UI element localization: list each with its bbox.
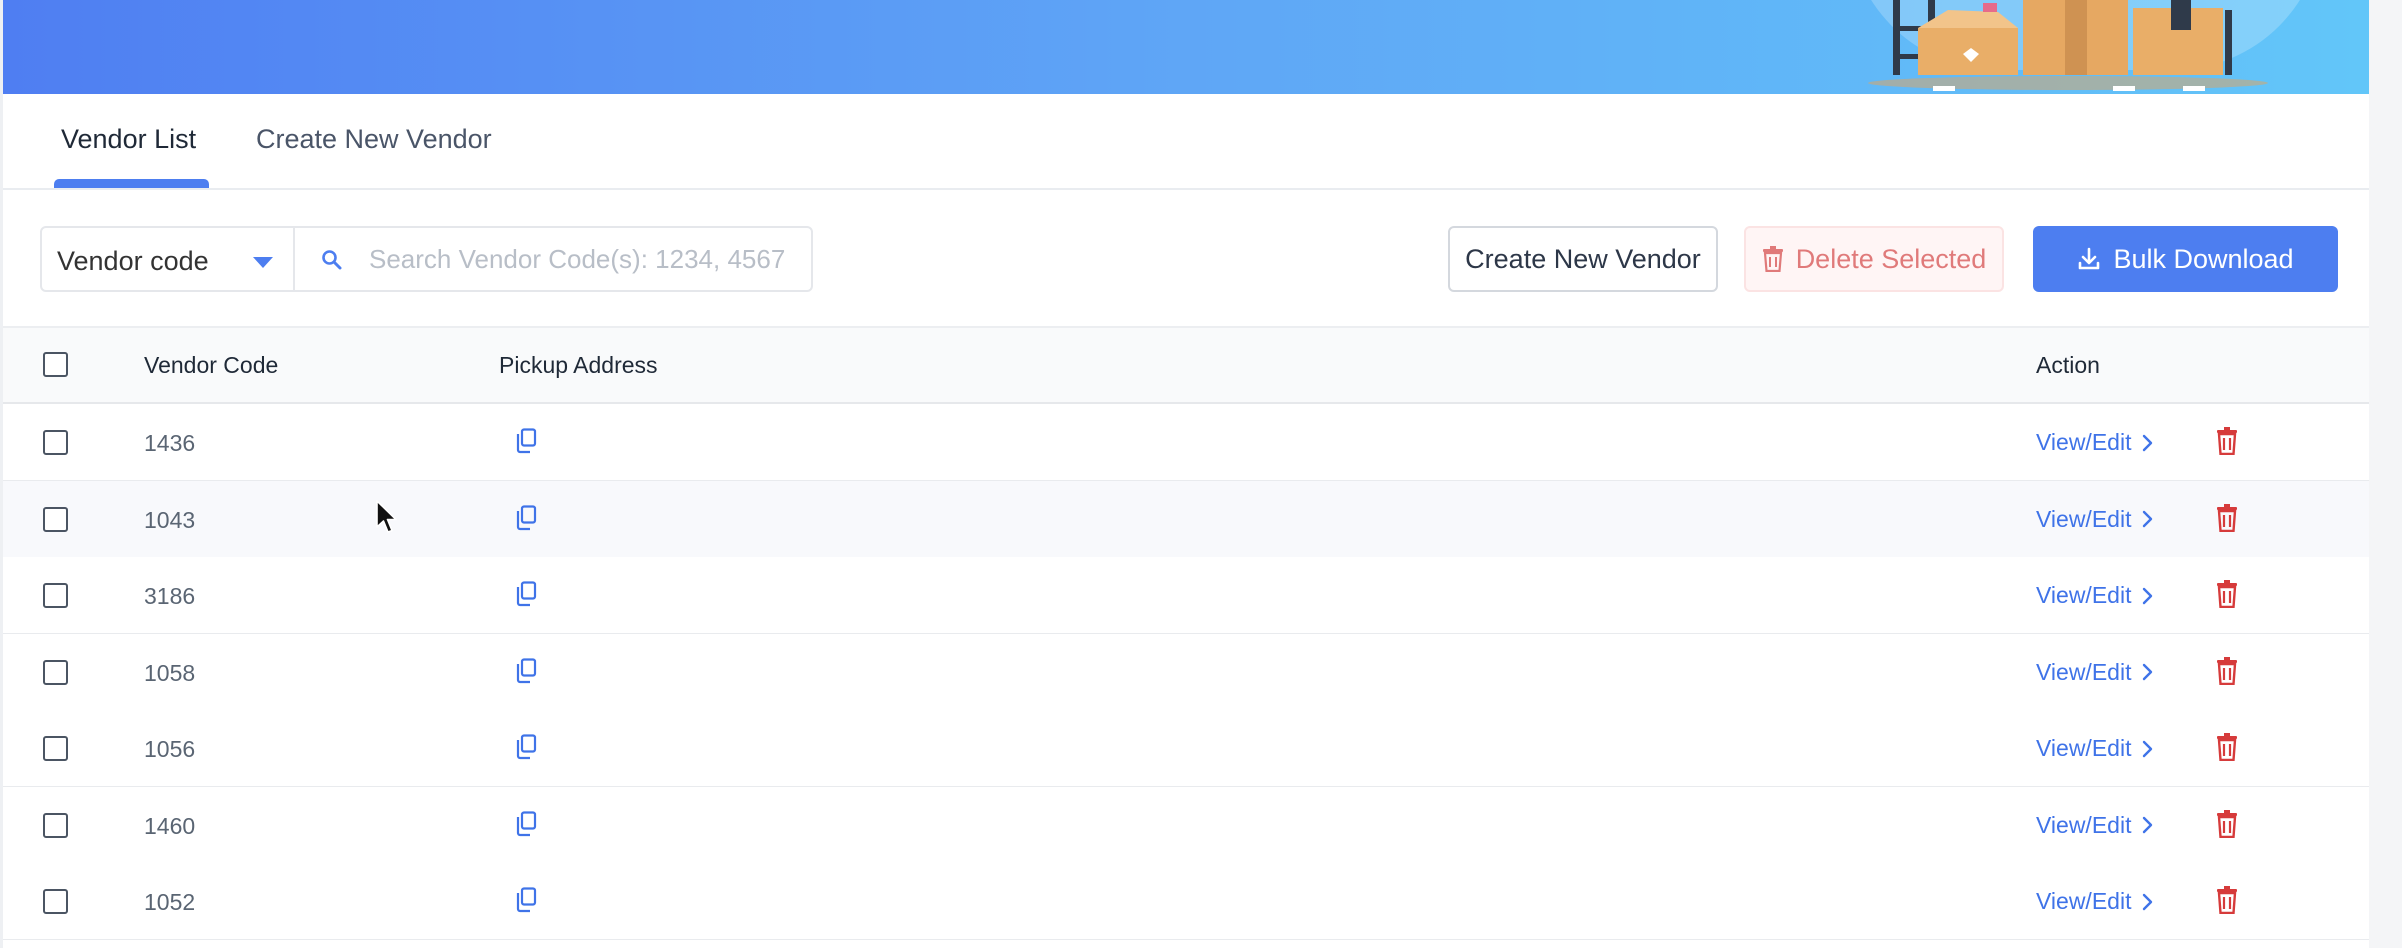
- vendor-code-cell: 1043: [144, 506, 196, 533]
- vendor-code-cell: 1052: [144, 889, 196, 915]
- column-header-vendor-code: Vendor Code: [144, 352, 279, 378]
- filter-field-value: Vendor code: [57, 246, 209, 276]
- header-banner: [3, 0, 2369, 94]
- trash-icon[interactable]: [2216, 733, 2238, 761]
- table-row: 1436 View/Edit: [3, 404, 2369, 481]
- view-edit-link[interactable]: View/Edit: [2036, 429, 2153, 456]
- search-input[interactable]: [367, 239, 797, 279]
- view-edit-label: View/Edit: [2036, 582, 2132, 608]
- copy-icon[interactable]: [515, 887, 537, 913]
- chevron-right-icon: [2143, 740, 2153, 757]
- bulk-download-label: Bulk Download: [2113, 243, 2294, 274]
- view-edit-link[interactable]: View/Edit: [2036, 735, 2153, 762]
- table-row: 1058 View/Edit: [3, 633, 2369, 711]
- table-header: Vendor Code Pickup Address Action: [3, 326, 2369, 404]
- tab-bar: Vendor List Create New Vendor: [3, 94, 2369, 190]
- view-edit-link[interactable]: View/Edit: [2036, 888, 2153, 915]
- search-icon: [322, 250, 342, 270]
- trash-icon[interactable]: [2216, 580, 2238, 608]
- bulk-download-button[interactable]: Bulk Download: [2033, 226, 2338, 292]
- select-all-checkbox[interactable]: [43, 352, 68, 377]
- active-tab-indicator: [54, 179, 209, 188]
- trash-icon[interactable]: [2216, 503, 2238, 532]
- copy-icon[interactable]: [515, 581, 537, 607]
- table-row: 1056 View/Edit: [3, 710, 2369, 787]
- row-checkbox[interactable]: [43, 430, 68, 455]
- trash-icon[interactable]: [2216, 656, 2238, 685]
- chevron-right-icon: [2143, 893, 2153, 910]
- right-gutter: [2369, 0, 2402, 948]
- chevron-right-icon: [2143, 434, 2153, 451]
- chevron-right-icon: [2143, 663, 2153, 681]
- filter-field-select[interactable]: Vendor code: [40, 226, 295, 292]
- toolbar: Vendor code Create New Vendor Delete Sel…: [3, 192, 2369, 326]
- table-row: 3186 View/Edit: [3, 557, 2369, 634]
- copy-icon[interactable]: [515, 810, 537, 837]
- delete-selected-button[interactable]: Delete Selected: [1744, 226, 2004, 292]
- row-checkbox[interactable]: [43, 506, 68, 532]
- view-edit-label: View/Edit: [2036, 888, 2132, 914]
- download-icon: [2079, 247, 2100, 270]
- trash-icon[interactable]: [2216, 886, 2238, 914]
- create-new-vendor-button[interactable]: Create New Vendor: [1448, 226, 1718, 292]
- vendor-code-cell: 1436: [144, 430, 196, 456]
- tab-create-new-vendor[interactable]: Create New Vendor: [256, 124, 492, 155]
- copy-icon[interactable]: [515, 428, 537, 454]
- copy-icon[interactable]: [515, 657, 537, 684]
- column-header-pickup-address: Pickup Address: [499, 352, 658, 378]
- caret-down-icon: [253, 257, 273, 268]
- chevron-right-icon: [2143, 587, 2153, 604]
- boxes-illustration-icon: [1868, 0, 2268, 91]
- copy-icon[interactable]: [515, 504, 537, 531]
- create-new-vendor-label: Create New Vendor: [1465, 243, 1701, 274]
- view-edit-label: View/Edit: [2036, 658, 2132, 685]
- trash-icon[interactable]: [2216, 427, 2238, 455]
- view-edit-label: View/Edit: [2036, 811, 2132, 838]
- row-checkbox[interactable]: [43, 812, 68, 838]
- row-checkbox[interactable]: [43, 583, 68, 608]
- tab-vendor-list[interactable]: Vendor List: [61, 124, 196, 155]
- search-box: [293, 226, 813, 292]
- table-row: 1052 View/Edit: [3, 863, 2369, 940]
- chevron-right-icon: [2143, 510, 2153, 528]
- vendor-code-cell: 1058: [144, 659, 196, 686]
- trash-icon: [1762, 246, 1783, 272]
- vendor-code-cell: 3186: [144, 583, 196, 609]
- table-row: 1043 View/Edit: [3, 480, 2369, 558]
- copy-icon[interactable]: [515, 734, 537, 760]
- view-edit-link[interactable]: View/Edit: [2036, 506, 2153, 533]
- view-edit-link[interactable]: View/Edit: [2036, 812, 2153, 839]
- chevron-right-icon: [2143, 816, 2153, 834]
- row-checkbox[interactable]: [43, 736, 68, 761]
- vendor-code-cell: 1460: [144, 812, 196, 839]
- row-checkbox[interactable]: [43, 659, 68, 685]
- delete-selected-label: Delete Selected: [1795, 243, 1987, 274]
- view-edit-link[interactable]: View/Edit: [2036, 582, 2153, 609]
- view-edit-label: View/Edit: [2036, 429, 2132, 455]
- view-edit-link[interactable]: View/Edit: [2036, 659, 2153, 686]
- view-edit-label: View/Edit: [2036, 735, 2132, 761]
- trash-icon[interactable]: [2216, 809, 2238, 838]
- vendor-code-cell: 1056: [144, 736, 196, 762]
- table-row: 1460 View/Edit: [3, 786, 2369, 864]
- vendor-page: Vendor List Create New Vendor Vendor cod…: [0, 0, 2402, 948]
- column-header-action: Action: [2036, 352, 2100, 378]
- view-edit-label: View/Edit: [2036, 505, 2132, 532]
- row-checkbox[interactable]: [43, 889, 68, 914]
